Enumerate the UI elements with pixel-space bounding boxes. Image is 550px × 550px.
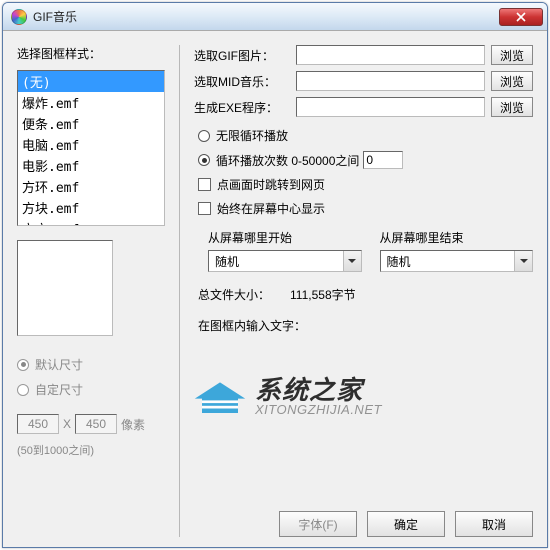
size-info: 总文件大小： 111,558字节 bbox=[194, 286, 533, 303]
radio-default-size[interactable]: 默认尺寸 bbox=[17, 356, 165, 373]
combo-value: 随机 bbox=[381, 253, 515, 270]
list-item[interactable]: 便条.emf bbox=[18, 113, 164, 134]
left-panel: 选择图框样式： (无)爆炸.emf便条.emf电脑.emf电影.emf方环.em… bbox=[17, 45, 165, 537]
check-jump-web[interactable]: 点画面时跳转到网页 bbox=[198, 176, 533, 193]
start-position: 从屏幕哪里开始 随机 bbox=[208, 229, 362, 272]
combo-value: 随机 bbox=[209, 253, 343, 270]
position-row: 从屏幕哪里开始 随机 从屏幕哪里结束 随机 bbox=[194, 229, 533, 272]
browse-mid-button[interactable]: 浏览 bbox=[491, 71, 533, 91]
radio-dot-icon bbox=[198, 130, 210, 142]
checkbox-icon bbox=[198, 202, 211, 215]
list-item[interactable]: 电脑.emf bbox=[18, 134, 164, 155]
radio-dot-icon bbox=[17, 359, 29, 371]
dimension-inputs: X 像素 bbox=[17, 414, 165, 434]
width-input[interactable] bbox=[17, 414, 59, 434]
check-label: 始终在屏幕中心显示 bbox=[217, 200, 325, 217]
cancel-button[interactable]: 取消 bbox=[455, 511, 533, 537]
list-item[interactable]: 方块.emf bbox=[18, 197, 164, 218]
end-label: 从屏幕哪里结束 bbox=[380, 229, 534, 246]
footer-buttons: 字体(F) 确定 取消 bbox=[194, 501, 533, 537]
frame-text-label: 在图框内输入文字： bbox=[194, 317, 533, 334]
radio-custom-size[interactable]: 自定尺寸 bbox=[17, 381, 165, 398]
vertical-divider bbox=[179, 45, 180, 537]
gif-label: 选取GIF图片： bbox=[194, 47, 290, 64]
window-title: GIF音乐 bbox=[33, 8, 499, 25]
dimension-radio-group: 默认尺寸 自定尺寸 bbox=[17, 356, 165, 398]
dimension-hint: (50到1000之间) bbox=[17, 442, 165, 458]
check-label: 点画面时跳转到网页 bbox=[217, 176, 325, 193]
list-item[interactable]: 电影.emf bbox=[18, 155, 164, 176]
radio-loop-count[interactable]: 循环播放次数 0-50000之间 bbox=[198, 152, 359, 169]
dialog-window: GIF音乐 选择图框样式： (无)爆炸.emf便条.emf电脑.emf电影.em… bbox=[2, 2, 548, 548]
exe-row: 生成EXE程序： 浏览 bbox=[194, 97, 533, 117]
ok-button[interactable]: 确定 bbox=[367, 511, 445, 537]
end-position: 从屏幕哪里结束 随机 bbox=[380, 229, 534, 272]
mid-field[interactable] bbox=[296, 71, 485, 91]
radio-label: 无限循环播放 bbox=[216, 127, 288, 144]
start-combo[interactable]: 随机 bbox=[208, 250, 362, 272]
end-combo[interactable]: 随机 bbox=[380, 250, 534, 272]
mid-row: 选取MID音乐： 浏览 bbox=[194, 71, 533, 91]
check-center[interactable]: 始终在屏幕中心显示 bbox=[198, 200, 533, 217]
radio-dot-icon bbox=[198, 154, 210, 166]
frame-style-label: 选择图框样式： bbox=[17, 45, 165, 62]
chevron-down-icon bbox=[343, 251, 361, 271]
playback-options: 无限循环播放 循环播放次数 0-50000之间 点画面时跳转到网页 始终在屏幕中… bbox=[194, 127, 533, 217]
radio-label: 默认尺寸 bbox=[35, 356, 83, 373]
list-item[interactable]: (无) bbox=[18, 71, 164, 92]
loop-count-row: 循环播放次数 0-50000之间 bbox=[198, 151, 533, 169]
gif-row: 选取GIF图片： 浏览 bbox=[194, 45, 533, 65]
mid-label: 选取MID音乐： bbox=[194, 73, 290, 90]
radio-label: 循环播放次数 0-50000之间 bbox=[216, 152, 359, 169]
font-button[interactable]: 字体(F) bbox=[279, 511, 357, 537]
list-item[interactable]: 立方.emf bbox=[18, 218, 164, 226]
dim-unit: 像素 bbox=[121, 416, 145, 433]
close-button[interactable] bbox=[499, 8, 543, 26]
list-item[interactable]: 方环.emf bbox=[18, 176, 164, 197]
exe-field[interactable] bbox=[296, 97, 485, 117]
list-item[interactable]: 爆炸.emf bbox=[18, 92, 164, 113]
radio-infinite-loop[interactable]: 无限循环播放 bbox=[198, 127, 533, 144]
browse-gif-button[interactable]: 浏览 bbox=[491, 45, 533, 65]
size-label: 总文件大小： bbox=[198, 286, 270, 303]
frame-style-list[interactable]: (无)爆炸.emf便条.emf电脑.emf电影.emf方环.emf方块.emf立… bbox=[17, 70, 165, 226]
checkbox-icon bbox=[198, 178, 211, 191]
chevron-down-icon bbox=[514, 251, 532, 271]
radio-label: 自定尺寸 bbox=[35, 381, 83, 398]
titlebar: GIF音乐 bbox=[3, 3, 547, 31]
size-value: 111,558字节 bbox=[290, 286, 356, 303]
right-panel: 选取GIF图片： 浏览 选取MID音乐： 浏览 生成EXE程序： 浏览 无限循环… bbox=[194, 45, 533, 537]
close-icon bbox=[516, 12, 526, 22]
height-input[interactable] bbox=[75, 414, 117, 434]
dim-x: X bbox=[63, 417, 71, 431]
app-icon bbox=[11, 9, 27, 25]
gif-field[interactable] bbox=[296, 45, 485, 65]
exe-label: 生成EXE程序： bbox=[194, 99, 290, 116]
start-label: 从屏幕哪里开始 bbox=[208, 229, 362, 246]
loop-count-input[interactable] bbox=[363, 151, 403, 169]
dialog-body: 选择图框样式： (无)爆炸.emf便条.emf电脑.emf电影.emf方环.em… bbox=[3, 31, 547, 547]
radio-dot-icon bbox=[17, 384, 29, 396]
browse-exe-button[interactable]: 浏览 bbox=[491, 97, 533, 117]
preview-box bbox=[17, 240, 113, 336]
